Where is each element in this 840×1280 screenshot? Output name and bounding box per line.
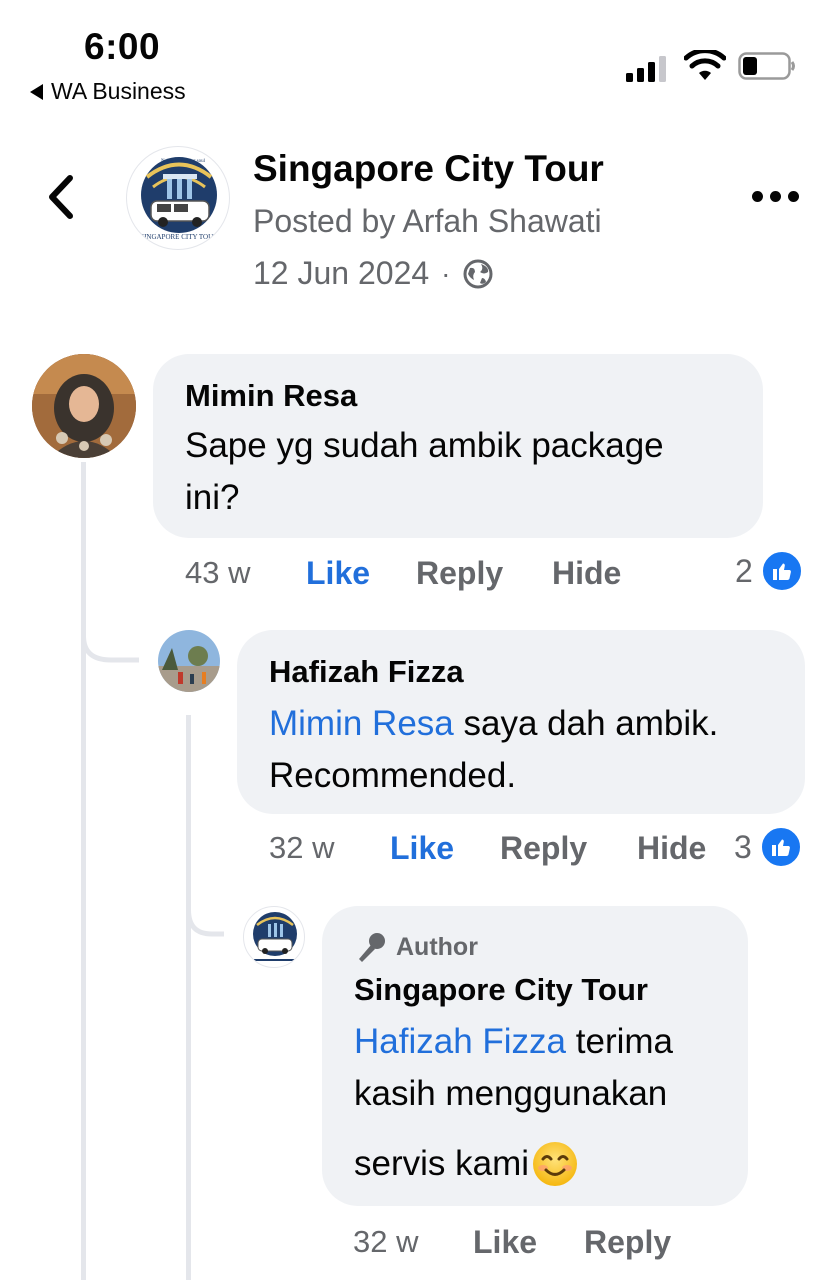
page-avatar[interactable]: SINGAPORE CITY TOUR Never leave your sou… <box>126 146 230 250</box>
thumbs-up-icon <box>759 826 802 868</box>
back-app-label: WA Business <box>51 78 186 104</box>
reply-button[interactable]: Reply <box>500 830 587 867</box>
globe-icon <box>463 259 493 288</box>
comment-author[interactable]: Singapore City Tour <box>354 972 648 1008</box>
battery-icon <box>738 52 795 80</box>
dot <box>752 190 763 202</box>
comment-age: 43 w <box>185 555 251 590</box>
profile-photo <box>158 630 220 692</box>
comment-author[interactable]: Mimin Resa <box>185 378 357 414</box>
post-date-row: 12 Jun 2024 · <box>253 255 494 292</box>
profile-photo <box>32 354 136 458</box>
avatar[interactable] <box>158 630 220 692</box>
comment-age: 32 w <box>353 1224 419 1259</box>
comment-text-fragment: servis kami <box>354 1144 530 1183</box>
posted-by[interactable]: Posted by Arfah Shawati <box>253 203 602 240</box>
wifi-icon <box>684 50 726 80</box>
comment-text-fragment: saya dah ambik. <box>453 704 719 743</box>
dot <box>788 190 799 202</box>
comment-bubble[interactable]: Hafizah Fizza Mimin Resa saya dah ambik.… <box>237 630 805 814</box>
mention-link[interactable]: Mimin Resa <box>269 704 454 743</box>
comment-text: Mimin Resa saya dah ambik. Recommended. <box>269 698 718 802</box>
back-chevron-icon[interactable] <box>42 172 82 222</box>
reaction-count: 2 <box>735 552 753 589</box>
reply-button[interactable]: Reply <box>416 555 503 592</box>
comment-bubble[interactable]: Author Singapore City Tour Hafizah Fizza… <box>322 906 748 1206</box>
comment-text-line: kasih menggunakan <box>354 1074 668 1113</box>
logo-caption: SINGAPORE CITY TOUR <box>140 233 218 241</box>
more-options-button[interactable] <box>752 186 800 206</box>
thread-connector <box>81 620 139 663</box>
comment-age: 32 w <box>269 830 335 865</box>
reaction-summary[interactable]: 3 <box>734 826 802 868</box>
reply-button[interactable]: Reply <box>584 1224 671 1261</box>
comment-text-line: servis kami 😊 <box>354 1138 673 1190</box>
back-triangle-icon <box>30 83 43 100</box>
comment-author[interactable]: Hafizah Fizza <box>269 654 464 690</box>
post-date[interactable]: 12 Jun 2024 <box>253 255 429 292</box>
comment-text-line: Hafizah Fizza terima <box>354 1016 673 1068</box>
status-time: 6:00 <box>84 26 161 67</box>
comment-text: Hafizah Fizza terima kasih menggunakan s… <box>354 1016 673 1190</box>
thumbs-up-icon <box>760 550 803 592</box>
microphone-icon <box>359 933 385 962</box>
signal-icon <box>626 56 666 82</box>
page-title[interactable]: Singapore City Tour <box>253 148 604 190</box>
like-button[interactable]: Like <box>306 555 370 592</box>
comment-text-line: Mimin Resa saya dah ambik. <box>269 698 718 750</box>
thread-connector <box>186 890 224 937</box>
thread-line <box>186 715 191 1280</box>
avatar[interactable] <box>32 354 136 458</box>
tour-logo-image: SINGAPORE CITY TOUR Never leave your sou… <box>140 157 218 241</box>
dot <box>770 190 781 202</box>
like-button[interactable]: Like <box>473 1224 537 1261</box>
mention-link[interactable]: Hafizah Fizza <box>354 1022 566 1061</box>
comment-text: Sape yg sudah ambik package ini? <box>185 420 664 524</box>
reaction-summary[interactable]: 2 <box>735 550 803 592</box>
hide-button[interactable]: Hide <box>637 830 706 867</box>
avatar[interactable] <box>243 906 305 968</box>
smiling-face-icon <box>533 1142 578 1186</box>
tour-logo-image <box>253 912 297 961</box>
reaction-count: 3 <box>734 828 752 865</box>
comment-bubble[interactable]: Mimin Resa Sape yg sudah ambik package i… <box>153 354 763 538</box>
comment-text-line: ini? <box>185 478 240 517</box>
comment-text-fragment: terima <box>566 1022 673 1061</box>
comment-text-line: Recommended. <box>269 756 517 795</box>
like-button[interactable]: Like <box>390 830 454 867</box>
author-badge-label: Author <box>396 932 478 961</box>
back-to-app-link[interactable]: WA Business <box>30 78 186 105</box>
comment-text-line: Sape yg sudah ambik package <box>185 426 664 465</box>
thread-line <box>81 462 86 1280</box>
separator-dot: · <box>441 257 451 289</box>
logo-tagline: Never leave your soul <box>161 159 206 164</box>
author-badge: Author <box>354 930 478 964</box>
hide-button[interactable]: Hide <box>552 555 621 592</box>
